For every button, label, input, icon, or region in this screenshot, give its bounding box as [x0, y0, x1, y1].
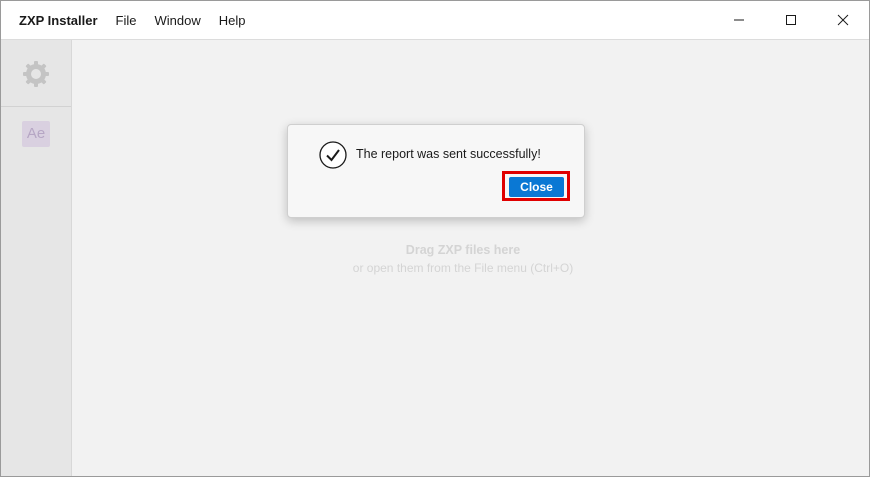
dialog-message: The report was sent successfully! [356, 147, 541, 161]
menu-window[interactable]: Window [154, 13, 200, 28]
gear-icon [23, 61, 49, 87]
menu-bar: File Window Help [116, 13, 264, 28]
app-title: ZXP Installer [19, 12, 98, 28]
drop-hint-title: Drag ZXP files here [405, 243, 521, 257]
window-controls [713, 1, 869, 39]
menu-help[interactable]: Help [219, 13, 246, 28]
app-window: ZXP Installer File Window Help Ae Drag Z… [0, 0, 870, 477]
minimize-button[interactable] [713, 1, 765, 39]
checkmark-circle-icon [319, 141, 347, 169]
settings-button[interactable] [21, 59, 51, 89]
title-bar: ZXP Installer File Window Help [1, 1, 869, 40]
menu-file[interactable]: File [116, 13, 137, 28]
sidebar-divider [1, 106, 71, 107]
minimize-icon [734, 19, 744, 21]
maximize-button[interactable] [765, 1, 817, 39]
sidebar: Ae [1, 40, 72, 476]
drop-area[interactable]: Drag ZXP files here or open them from th… [72, 40, 869, 476]
close-button[interactable]: Close [509, 177, 564, 197]
success-dialog: The report was sent successfully! Close [287, 124, 585, 218]
sidebar-item-after-effects[interactable]: Ae [22, 121, 50, 147]
close-window-button[interactable] [817, 1, 869, 39]
close-icon [837, 14, 849, 26]
drop-hint-subtitle: or open them from the File menu (Ctrl+O) [352, 261, 574, 275]
maximize-icon [786, 15, 796, 25]
drop-hint: Drag ZXP files here or open them from th… [72, 241, 854, 277]
